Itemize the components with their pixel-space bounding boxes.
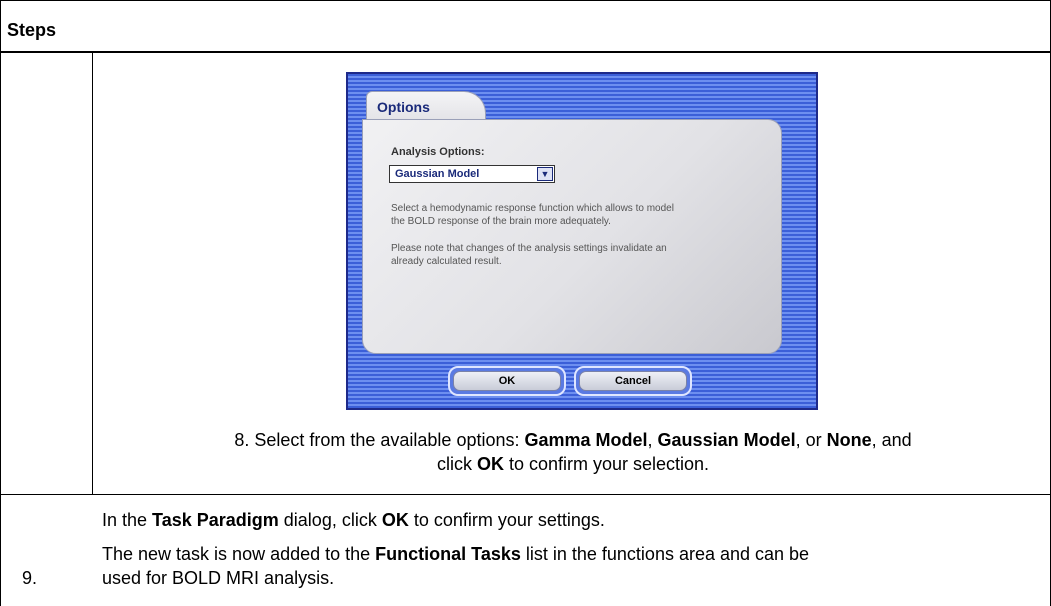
step8-prefix: 8. Select from the available options:	[234, 430, 525, 450]
tab-options[interactable]: Options	[366, 91, 486, 121]
column-divider	[92, 52, 93, 494]
step9-line3: used for BOLD MRI analysis.	[102, 568, 335, 588]
gamma-model-term: Gamma Model	[524, 430, 648, 450]
options-dialog: Options Analysis Options: Gaussian Model…	[346, 72, 818, 410]
cancel-button[interactable]: Cancel	[574, 366, 692, 396]
ok-term: OK	[476, 454, 504, 474]
ok-term-2: OK	[381, 510, 409, 530]
step9-line2: The new task is now added to the Functio…	[102, 542, 1042, 566]
step8-line2-pre: click	[436, 454, 477, 474]
step9-l1-mid: dialog, click	[278, 510, 382, 530]
description-note-line2: already calculated result.	[391, 256, 502, 267]
description-hrf-line1: Select a hemodynamic response function w…	[391, 203, 674, 214]
functional-tasks-term: Functional Tasks	[375, 544, 521, 564]
row-divider	[0, 494, 1051, 495]
step9-l2-pre: The new task is now added to the	[102, 544, 376, 564]
step8-after: , and	[871, 430, 912, 450]
description-hrf: Select a hemodynamic response function w…	[391, 202, 751, 228]
table-border-left	[0, 0, 1, 606]
description-hrf-line2: the BOLD response of the brain more adeq…	[391, 216, 611, 227]
table-header: Steps	[7, 20, 57, 40]
chevron-down-icon[interactable]: ▼	[537, 167, 553, 181]
header-divider	[0, 51, 1051, 53]
table-border-top	[0, 0, 1051, 1]
cancel-button-label: Cancel	[579, 371, 687, 391]
step8-line1: 8. Select from the available options: Ga…	[100, 428, 1046, 452]
description-note-line1: Please note that changes of the analysis…	[391, 243, 667, 254]
step9-l2-post: list in the functions area and can be	[520, 544, 810, 564]
none-term: None	[826, 430, 872, 450]
step8-sep2: , or	[795, 430, 827, 450]
step8-line2: click OK to confirm your selection.	[100, 452, 1046, 476]
gaussian-model-term: Gaussian Model	[657, 430, 796, 450]
selected-option: Gaussian Model	[395, 168, 480, 180]
step9-number: 9.	[22, 568, 38, 588]
step8-sep1: ,	[647, 430, 658, 450]
step9-l1-pre: In the	[102, 510, 153, 530]
step9-l1-post: to confirm your settings.	[408, 510, 605, 530]
ok-button[interactable]: OK	[448, 366, 566, 396]
ok-button-label: OK	[453, 371, 561, 391]
step8-line2-post: to confirm your selection.	[503, 454, 710, 474]
analysis-options-select[interactable]: Gaussian Model ▼	[389, 165, 555, 183]
task-paradigm-term: Task Paradigm	[152, 510, 279, 530]
analysis-options-label: Analysis Options:	[391, 146, 485, 158]
step9-line1: In the Task Paradigm dialog, click OK to…	[102, 508, 1042, 532]
options-panel: Analysis Options: Gaussian Model ▼ Selec…	[362, 119, 782, 354]
step8-caption: 8. Select from the available options: Ga…	[100, 428, 1046, 476]
description-note: Please note that changes of the analysis…	[391, 242, 751, 268]
